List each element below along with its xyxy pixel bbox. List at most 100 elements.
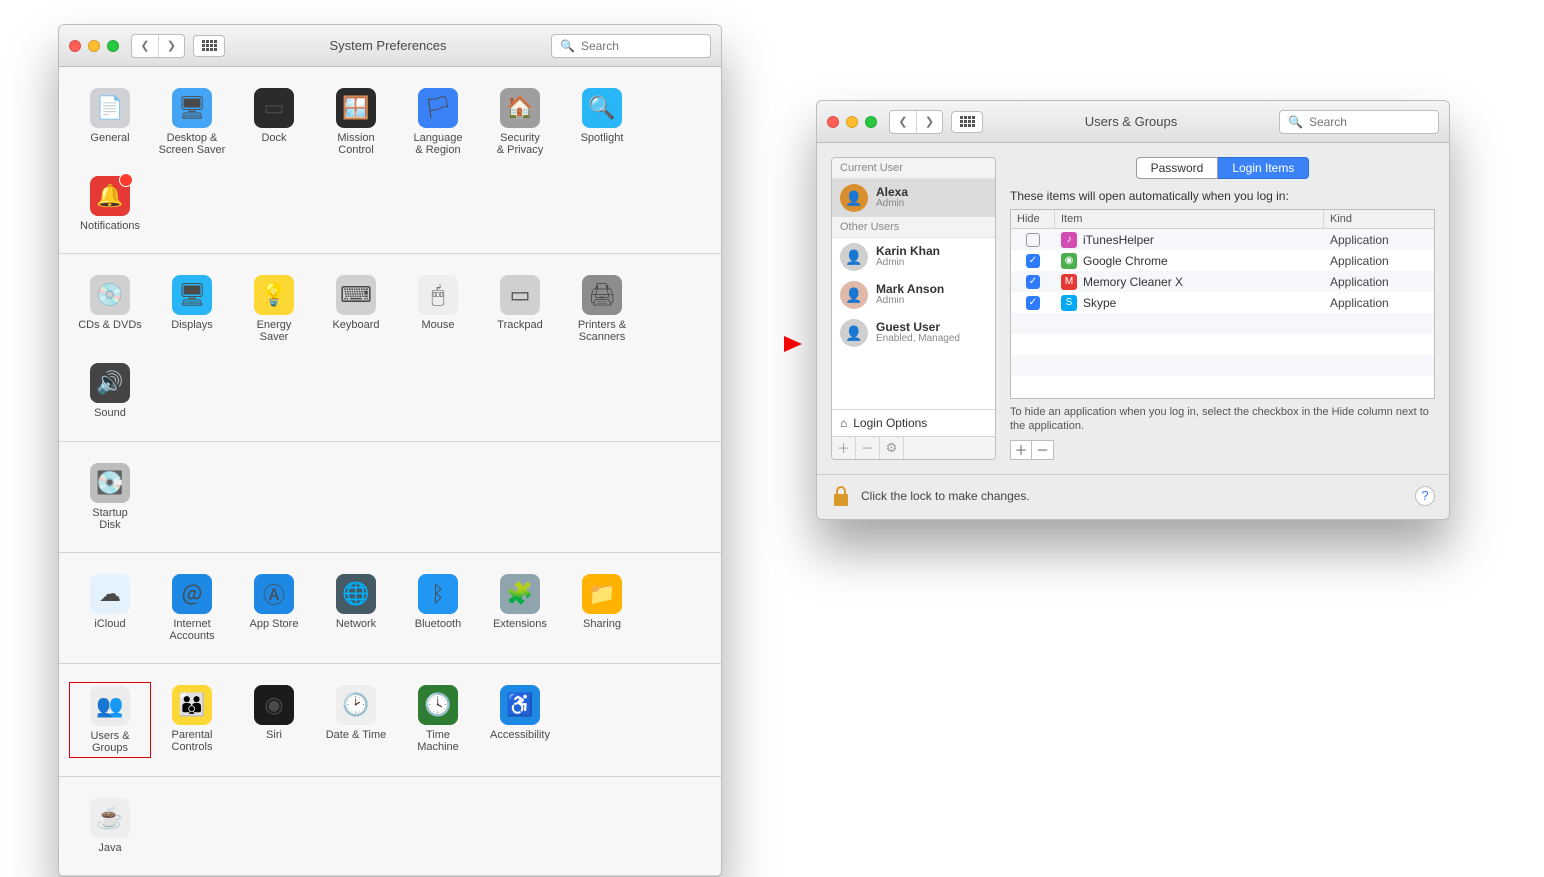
close-icon[interactable] bbox=[827, 116, 839, 128]
house-icon: ⌂ bbox=[840, 416, 847, 430]
table-row[interactable]: ✓SSkypeApplication bbox=[1011, 292, 1434, 313]
pref-sound[interactable]: 🔊Sound bbox=[69, 360, 151, 422]
pref-label: Dock bbox=[261, 132, 286, 144]
network-icon: 🌐 bbox=[336, 574, 376, 614]
item-kind: Application bbox=[1324, 233, 1434, 247]
hide-checkbox[interactable]: ✓ bbox=[1026, 296, 1040, 310]
pref-label: Date & Time bbox=[326, 729, 387, 741]
lock-icon[interactable] bbox=[831, 485, 851, 507]
pref-sharing[interactable]: 📁Sharing bbox=[561, 571, 643, 645]
zoom-icon[interactable] bbox=[865, 116, 877, 128]
minimize-icon[interactable] bbox=[88, 40, 100, 52]
pref-security[interactable]: 🏠Security & Privacy bbox=[479, 85, 561, 159]
item-name: iTunesHelper bbox=[1083, 233, 1154, 247]
pref-language[interactable]: 🏳Language & Region bbox=[397, 85, 479, 159]
pref-users[interactable]: 👥Users & Groups bbox=[69, 682, 151, 758]
printers-icon: 🖨 bbox=[582, 275, 622, 315]
search-input[interactable] bbox=[581, 39, 702, 53]
user-row[interactable]: 👤Mark AnsonAdmin bbox=[832, 276, 995, 314]
pref-icloud[interactable]: ☁iCloud bbox=[69, 571, 151, 645]
search-field[interactable]: 🔍 bbox=[1279, 110, 1439, 134]
pref-network[interactable]: 🌐Network bbox=[315, 571, 397, 645]
window-title: Users & Groups bbox=[991, 114, 1271, 129]
pref-timemachine[interactable]: 🕓Time Machine bbox=[397, 682, 479, 758]
pref-energy[interactable]: 💡Energy Saver bbox=[233, 272, 315, 346]
forward-button[interactable]: ❯ bbox=[158, 35, 184, 57]
pref-bluetooth[interactable]: ᛒBluetooth bbox=[397, 571, 479, 645]
hide-checkbox[interactable] bbox=[1026, 233, 1040, 247]
tab-login-items[interactable]: Login Items bbox=[1218, 157, 1309, 179]
search-input[interactable] bbox=[1309, 115, 1430, 129]
table-row[interactable]: ✓◉Google ChromeApplication bbox=[1011, 250, 1434, 271]
pref-accessibility[interactable]: ♿Accessibility bbox=[479, 682, 561, 758]
hide-checkbox[interactable]: ✓ bbox=[1026, 254, 1040, 268]
table-row[interactable]: ✓MMemory Cleaner XApplication bbox=[1011, 271, 1434, 292]
arrow-icon bbox=[732, 334, 802, 354]
pref-general[interactable]: 📄General bbox=[69, 85, 151, 159]
add-user-button[interactable]: ＋ bbox=[832, 437, 856, 459]
pref-extensions[interactable]: 🧩Extensions bbox=[479, 571, 561, 645]
user-row[interactable]: 👤AlexaAdmin bbox=[832, 179, 995, 217]
pref-dock[interactable]: ▭Dock bbox=[233, 85, 315, 159]
remove-user-button[interactable]: － bbox=[856, 437, 880, 459]
tab-password[interactable]: Password bbox=[1136, 157, 1219, 179]
pref-siri[interactable]: ◉Siri bbox=[233, 682, 315, 758]
column-item[interactable]: Item bbox=[1055, 210, 1324, 228]
pref-mission[interactable]: 🪟Mission Control bbox=[315, 85, 397, 159]
show-all-button[interactable] bbox=[951, 111, 983, 133]
language-icon: 🏳 bbox=[418, 88, 458, 128]
system-preferences-window: ❮ ❯ System Preferences 🔍 📄General🖥Deskto… bbox=[58, 24, 722, 877]
user-role: Admin bbox=[876, 257, 940, 269]
pref-startup[interactable]: 💽Startup Disk bbox=[69, 460, 151, 534]
pref-label: Startup Disk bbox=[92, 507, 127, 531]
icloud-icon: ☁ bbox=[90, 574, 130, 614]
minimize-icon[interactable] bbox=[846, 116, 858, 128]
add-item-button[interactable]: ＋ bbox=[1010, 440, 1032, 460]
java-icon: ☕ bbox=[90, 798, 130, 838]
pref-mouse[interactable]: 🖱Mouse bbox=[397, 272, 479, 346]
table-row[interactable]: ♪iTunesHelperApplication bbox=[1011, 229, 1434, 250]
pref-java[interactable]: ☕Java bbox=[69, 795, 151, 857]
pref-parental[interactable]: 👪Parental Controls bbox=[151, 682, 233, 758]
user-role: Admin bbox=[876, 198, 908, 210]
pref-notifications[interactable]: 🔔Notifications bbox=[69, 173, 151, 235]
user-list: Current User 👤AlexaAdmin Other Users 👤Ka… bbox=[831, 157, 996, 460]
add-remove-toolbar: ＋ － bbox=[1010, 440, 1435, 460]
hide-checkbox[interactable]: ✓ bbox=[1026, 275, 1040, 289]
users-groups-body: Current User 👤AlexaAdmin Other Users 👤Ka… bbox=[817, 143, 1449, 474]
user-role: Enabled, Managed bbox=[876, 333, 960, 345]
pref-internet[interactable]: ＠Internet Accounts bbox=[151, 571, 233, 645]
zoom-icon[interactable] bbox=[107, 40, 119, 52]
pref-desktop[interactable]: 🖥Desktop & Screen Saver bbox=[151, 85, 233, 159]
back-button[interactable]: ❮ bbox=[890, 111, 916, 133]
help-button[interactable]: ? bbox=[1415, 486, 1435, 506]
pref-spotlight[interactable]: 🔍Spotlight bbox=[561, 85, 643, 159]
pref-keyboard[interactable]: ⌨Keyboard bbox=[315, 272, 397, 346]
user-row[interactable]: 👤Guest UserEnabled, Managed bbox=[832, 314, 995, 352]
pref-printers[interactable]: 🖨Printers & Scanners bbox=[561, 272, 643, 346]
forward-button[interactable]: ❯ bbox=[916, 111, 942, 133]
search-icon: 🔍 bbox=[1288, 115, 1303, 129]
table-row bbox=[1011, 355, 1434, 376]
column-kind[interactable]: Kind bbox=[1324, 210, 1434, 228]
pref-label: Spotlight bbox=[581, 132, 624, 144]
back-button[interactable]: ❮ bbox=[132, 35, 158, 57]
window-title: System Preferences bbox=[233, 38, 543, 53]
remove-item-button[interactable]: － bbox=[1032, 440, 1054, 460]
pref-trackpad[interactable]: ▭Trackpad bbox=[479, 272, 561, 346]
pref-cddvd[interactable]: 💿CDs & DVDs bbox=[69, 272, 151, 346]
pref-datetime[interactable]: 🕑Date & Time bbox=[315, 682, 397, 758]
login-items-table: Hide Item Kind ♪iTunesHelperApplication✓… bbox=[1010, 209, 1435, 399]
user-row[interactable]: 👤Karin KhanAdmin bbox=[832, 238, 995, 276]
sharing-icon: 📁 bbox=[582, 574, 622, 614]
show-all-button[interactable] bbox=[193, 35, 225, 57]
extensions-icon: 🧩 bbox=[500, 574, 540, 614]
pref-appstore[interactable]: ⒶApp Store bbox=[233, 571, 315, 645]
column-hide[interactable]: Hide bbox=[1011, 210, 1055, 228]
pref-label: Sound bbox=[94, 407, 126, 419]
gear-icon[interactable]: ⚙ bbox=[880, 437, 904, 459]
close-icon[interactable] bbox=[69, 40, 81, 52]
search-field[interactable]: 🔍 bbox=[551, 34, 711, 58]
login-options-button[interactable]: ⌂ Login Options bbox=[832, 409, 995, 436]
pref-displays[interactable]: 🖥Displays bbox=[151, 272, 233, 346]
